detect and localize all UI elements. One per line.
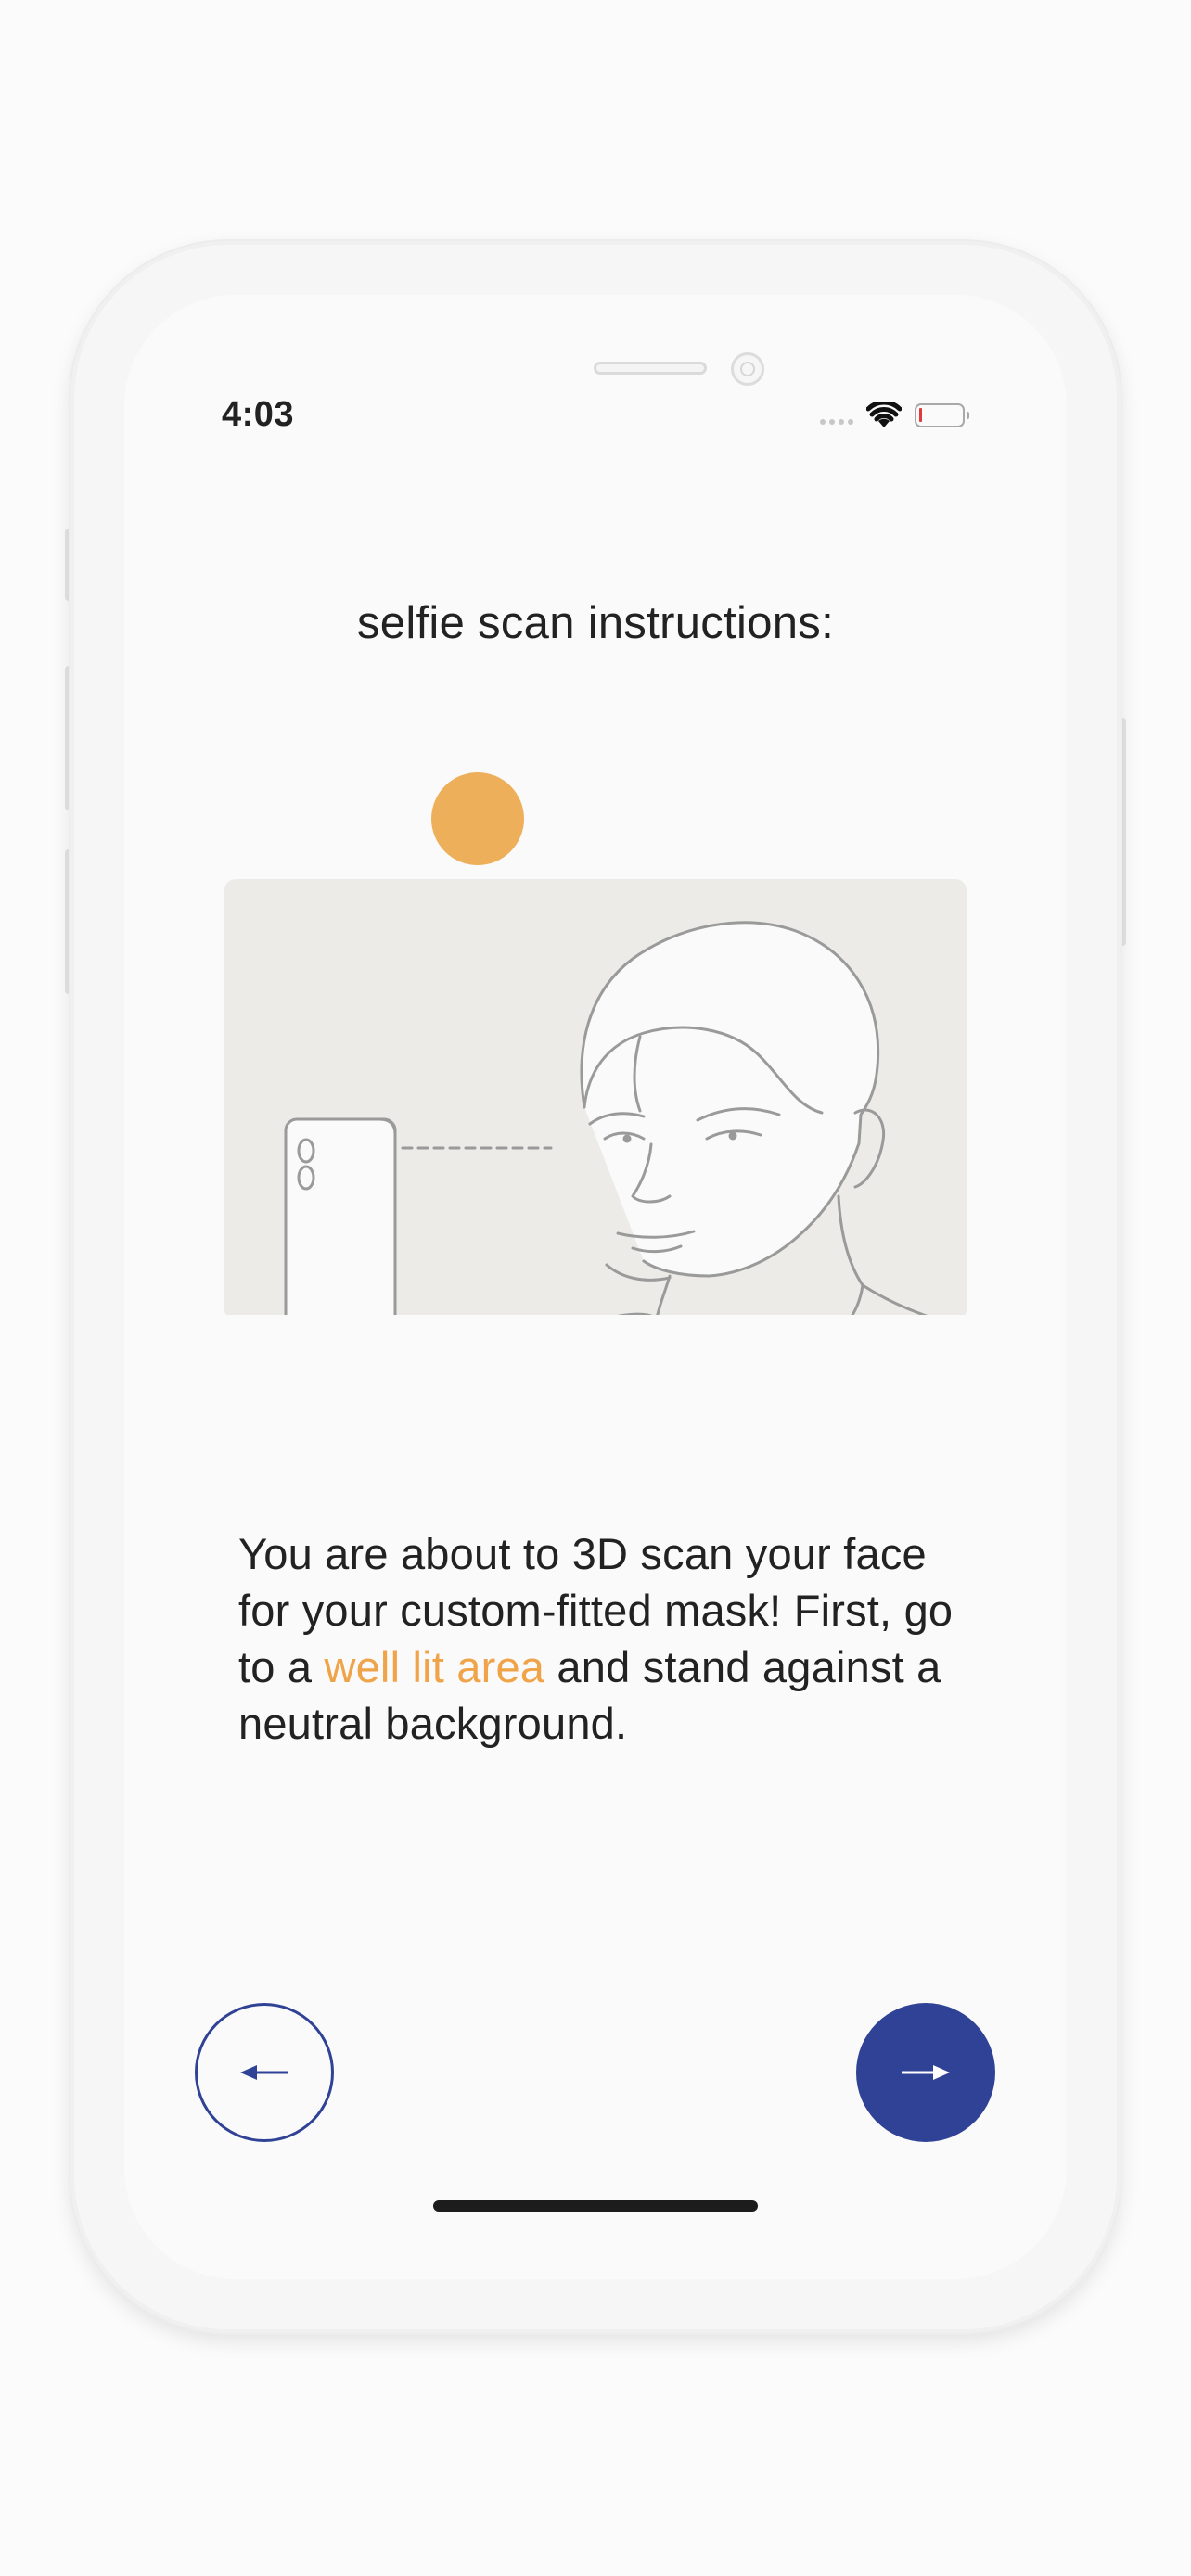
arrow-left-icon (240, 2065, 288, 2080)
phone-frame: 4:03 selfie scan instructions: You are a… (70, 241, 1121, 2333)
back-button[interactable] (195, 2003, 334, 2142)
home-indicator[interactable] (433, 2200, 758, 2212)
phone-screen: 4:03 selfie scan instructions: You are a… (124, 295, 1067, 2279)
app-stage: 4:03 selfie scan instructions: You are a… (0, 0, 1191, 2576)
well-lit-area-highlight: well lit area (324, 1642, 545, 1691)
next-button[interactable] (856, 2003, 995, 2142)
instructions-text: You are about to 3D scan your face for y… (238, 1525, 980, 1752)
phone-facing-person-illustration (224, 772, 967, 1315)
arrow-right-icon (902, 2065, 950, 2080)
phone-outline (284, 1117, 397, 1315)
light-source-icon (431, 772, 524, 865)
